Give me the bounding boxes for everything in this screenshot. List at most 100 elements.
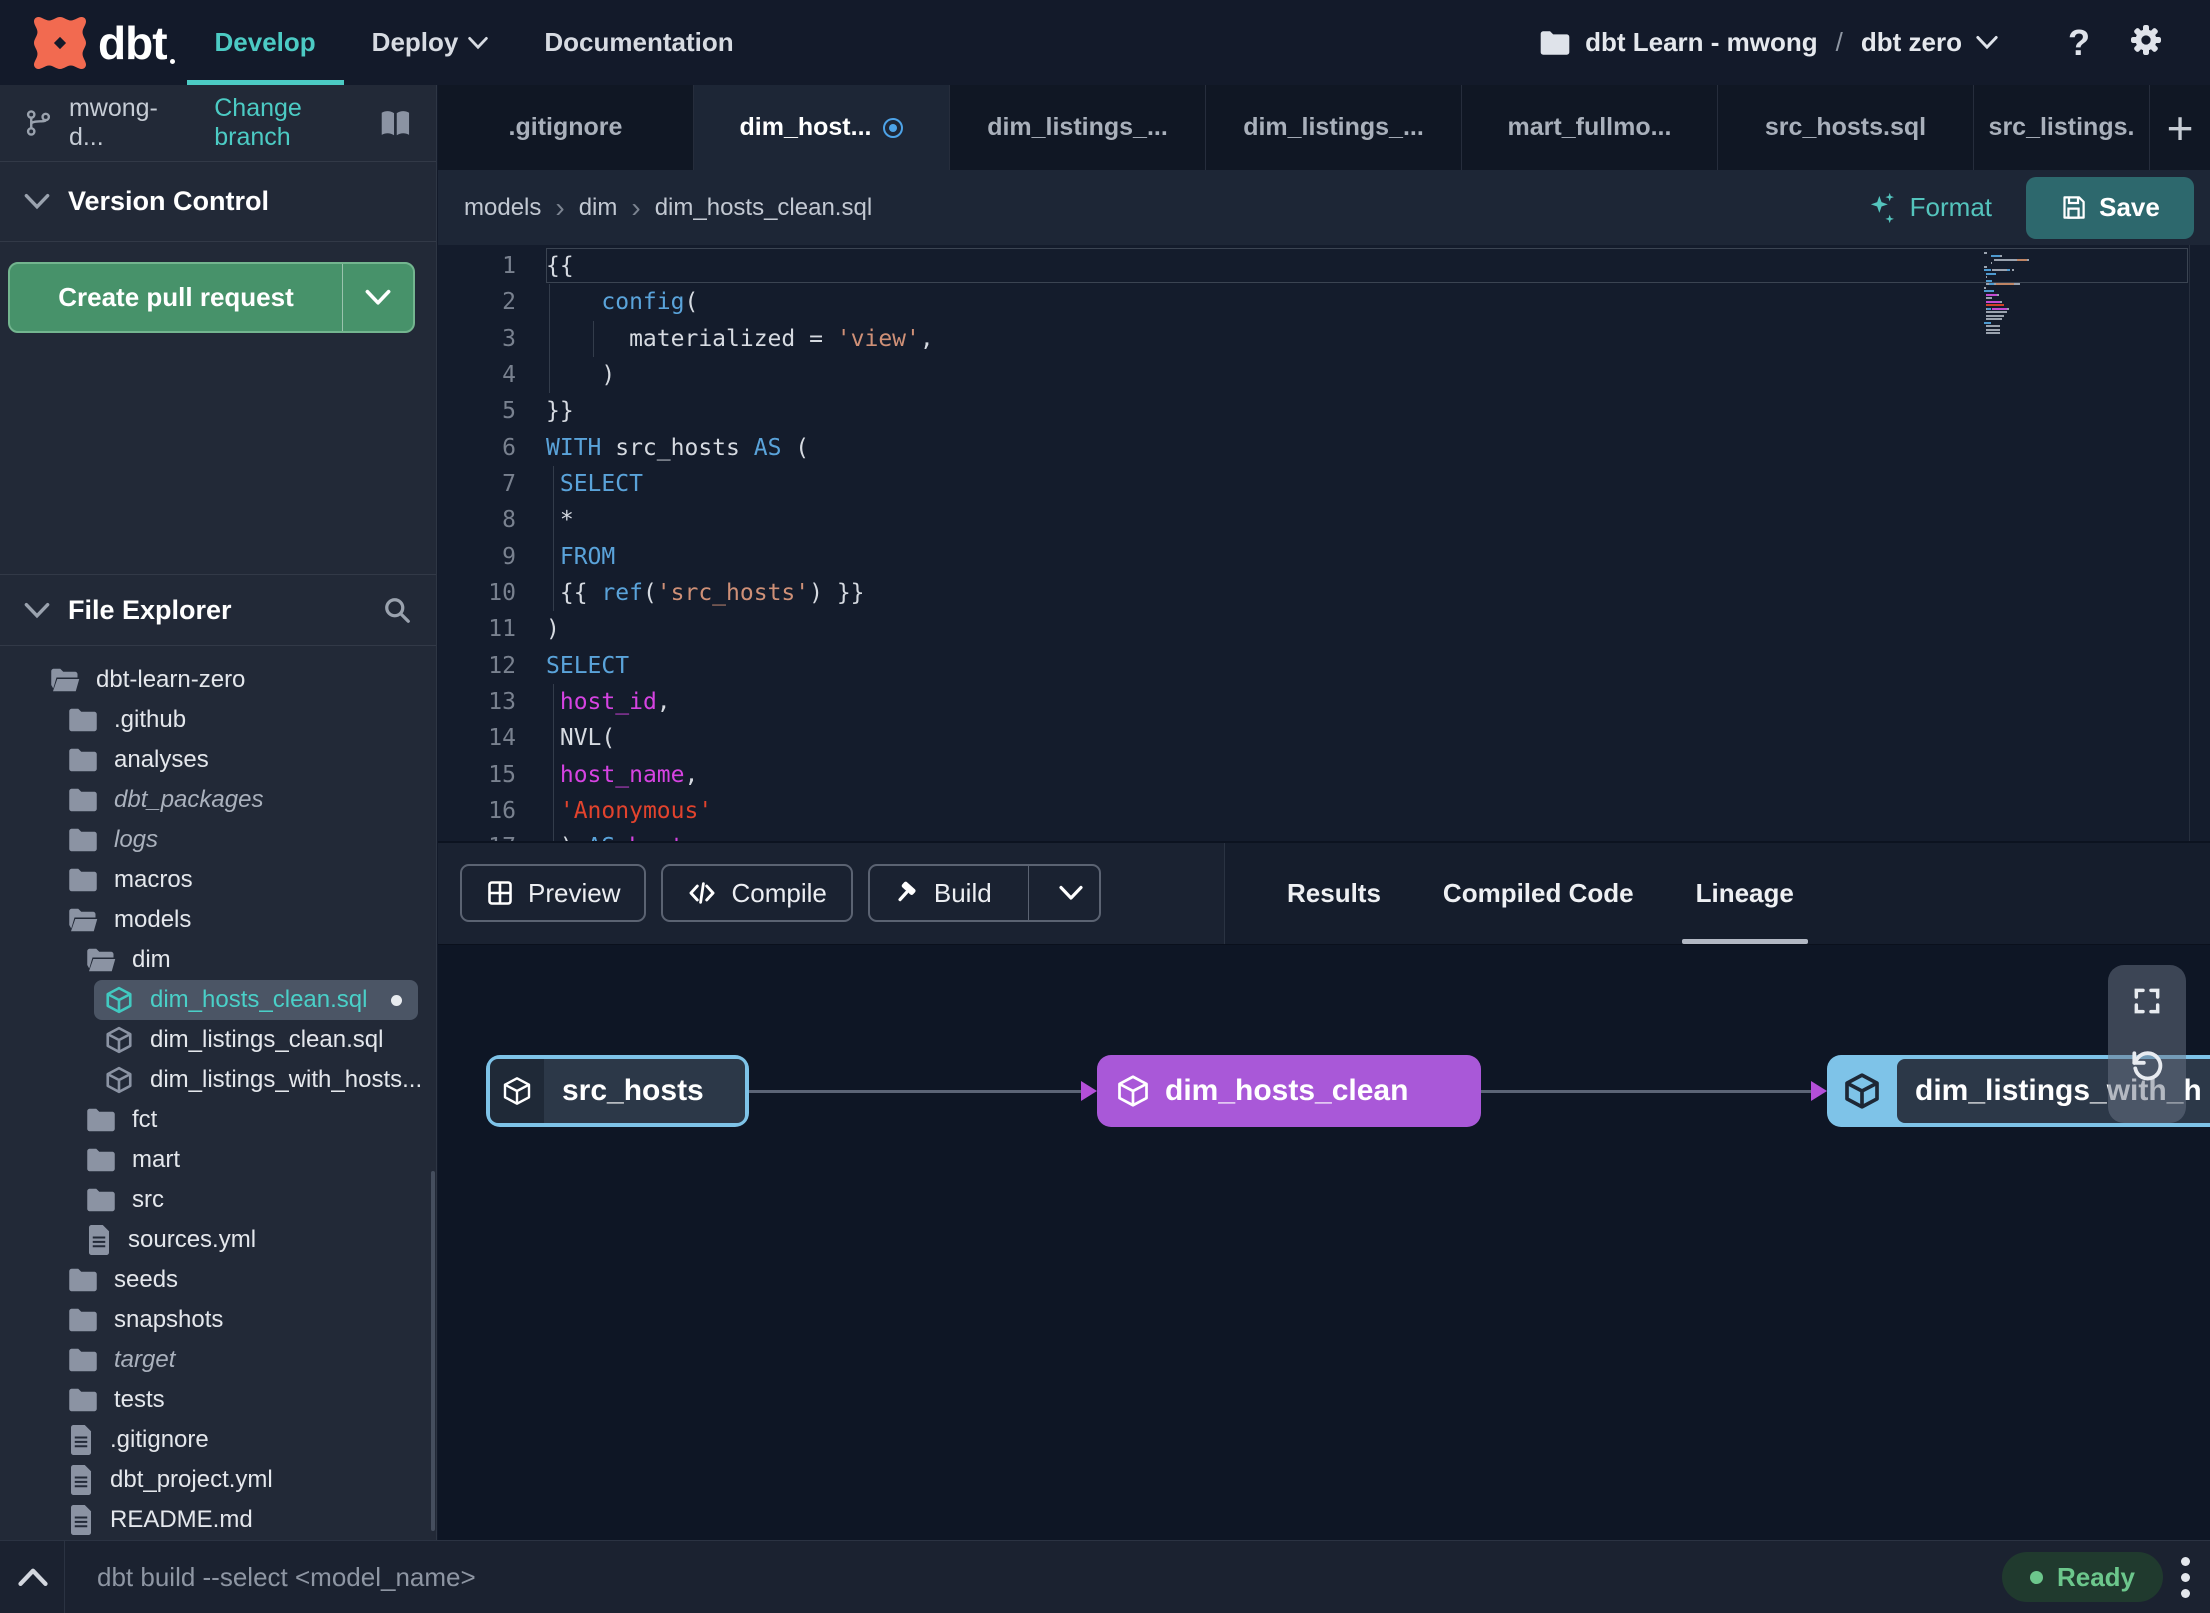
tree-item[interactable]: sources.yml	[0, 1220, 436, 1260]
code-line[interactable]: 16 'Anonymous'	[438, 793, 2210, 829]
tree-item[interactable]: mart	[0, 1140, 436, 1180]
tree-item[interactable]: README.md	[0, 1500, 436, 1540]
code-line[interactable]: 14 NVL(	[438, 720, 2210, 756]
tree-item[interactable]: macros	[0, 860, 436, 900]
file-tab[interactable]: src_listings.	[1974, 85, 2150, 170]
lineage-arrowhead	[1811, 1080, 1827, 1101]
nav-develop[interactable]: Develop	[186, 0, 344, 85]
tree-item[interactable]: dim	[0, 940, 436, 980]
tree-item[interactable]: analyses	[0, 740, 436, 780]
code-line[interactable]: 13 host_id,	[438, 684, 2210, 720]
tree-item[interactable]: models	[0, 900, 436, 940]
code-line[interactable]: 3 materialized = 'view',	[438, 321, 2210, 357]
chevron-down-icon	[24, 193, 50, 210]
code-line[interactable]: 12 SELECT	[438, 648, 2210, 684]
docs-book-icon[interactable]	[379, 108, 412, 138]
code-line[interactable]: 10 {{ ref('src_hosts') }}	[438, 575, 2210, 611]
nav-deploy[interactable]: Deploy	[372, 0, 489, 85]
file-tab[interactable]: .gitignore	[438, 85, 694, 170]
preview-button[interactable]: Preview	[460, 864, 647, 922]
build-button[interactable]: Build	[867, 864, 1101, 922]
code-line[interactable]: 1 {{	[438, 248, 2210, 284]
tree-item[interactable]: tests	[0, 1380, 436, 1420]
lineage-node-src-hosts[interactable]: src_hosts	[486, 1054, 749, 1127]
command-input[interactable]: dbt build --select <model_name>	[97, 1562, 476, 1593]
model-cube-icon	[490, 1058, 544, 1123]
sidebar-scrollbar[interactable]	[431, 1171, 435, 1531]
expand-panel-chevron-icon[interactable]	[18, 1567, 48, 1587]
code-line[interactable]: 2 config(	[438, 284, 2210, 320]
code-line[interactable]: 9 FROM	[438, 539, 2210, 575]
tree-item[interactable]: snapshots	[0, 1300, 436, 1340]
line-number: 15	[488, 761, 516, 788]
code-line[interactable]: 7 SELECT	[438, 466, 2210, 502]
file-tab[interactable]: mart_fullmo...	[1462, 85, 1718, 170]
tree-item-label: logs	[114, 826, 159, 853]
file-explorer-header[interactable]: File Explorer	[0, 574, 436, 646]
code-line[interactable]: 5}}	[438, 393, 2210, 429]
settings-gear-icon[interactable]	[2128, 22, 2164, 63]
tree-item[interactable]: dim_hosts_clean.sql	[0, 980, 436, 1020]
lineage-panel[interactable]: src_hosts dim_hosts_clean dim_listings_w…	[438, 943, 2210, 1540]
lineage-node-dim-hosts-clean[interactable]: dim_hosts_clean	[1097, 1054, 1481, 1127]
tree-item[interactable]: .gitignore	[0, 1420, 436, 1460]
tree-item-label: tests	[114, 1386, 165, 1413]
compile-button[interactable]: Compile	[661, 864, 853, 922]
tree-item[interactable]: dbt-learn-zero	[0, 660, 436, 700]
kebab-menu-icon[interactable]	[2181, 1556, 2190, 1598]
code-line[interactable]: 17 ) AS host_name,	[438, 829, 2210, 840]
file-tab-label: src_hosts.sql	[1764, 113, 1927, 141]
new-tab-button[interactable]: +	[2150, 85, 2210, 170]
nav-documentation[interactable]: Documentation	[544, 0, 733, 85]
project-switcher[interactable]: dbt Learn - mwong / dbt zero	[1539, 27, 1998, 58]
tree-item[interactable]: fct	[0, 1100, 436, 1140]
breadcrumb-models[interactable]: models	[464, 194, 541, 222]
tree-item[interactable]: logs	[0, 820, 436, 860]
file-tab[interactable]: dim_listings_...	[950, 85, 1206, 170]
build-main[interactable]: Build	[870, 866, 1014, 920]
pr-dropdown-caret[interactable]	[343, 264, 413, 331]
breadcrumb-dim[interactable]: dim	[579, 194, 618, 222]
code-icon	[690, 882, 715, 904]
code-text: SELECT	[546, 652, 630, 679]
format-button[interactable]: Format	[1868, 191, 1992, 225]
tree-item[interactable]: dim_listings_clean.sql	[0, 1020, 436, 1060]
status-text: Ready	[2056, 1561, 2135, 1592]
dbt-logo[interactable]: dbt	[32, 16, 174, 70]
create-pull-request-button[interactable]: Create pull request	[8, 262, 415, 333]
tree-item[interactable]: src	[0, 1180, 436, 1220]
code-editor[interactable]: 1{{2 config(3 materialized = 'view', 4 ) 5…	[438, 245, 2210, 841]
tab-compiled-code[interactable]: Compiled Code	[1443, 843, 1634, 944]
file-tab[interactable]: dim_host...	[694, 85, 950, 170]
tree-item-label: dbt_packages	[114, 786, 264, 813]
tree-item[interactable]: seeds	[0, 1260, 436, 1300]
file-tab[interactable]: dim_listings_...	[1206, 85, 1462, 170]
tab-lineage[interactable]: Lineage	[1681, 843, 1809, 944]
minimap[interactable]	[1984, 251, 2042, 335]
version-control-header[interactable]: Version Control	[0, 162, 436, 242]
code-line[interactable]: 8 *	[438, 502, 2210, 538]
breadcrumb-file[interactable]: dim_hosts_clean.sql	[655, 194, 872, 222]
tree-item[interactable]: .github	[0, 700, 436, 740]
tree-item[interactable]: dbt_packages	[0, 780, 436, 820]
search-icon[interactable]	[382, 595, 412, 625]
tree-item[interactable]: target	[0, 1340, 436, 1380]
file-tab[interactable]: src_hosts.sql	[1718, 85, 1974, 170]
refresh-icon[interactable]	[2128, 1047, 2166, 1085]
lineage-edge	[749, 1089, 1081, 1093]
help-icon[interactable]: ?	[2068, 22, 2090, 64]
code-text: config(	[601, 289, 699, 316]
code-line[interactable]: 6 WITH src_hosts AS (	[438, 430, 2210, 466]
save-button[interactable]: Save	[2026, 176, 2194, 239]
code-line[interactable]: 15 host_name,	[438, 757, 2210, 793]
folder-open-icon	[68, 907, 98, 933]
fullscreen-icon[interactable]	[2131, 985, 2163, 1017]
change-branch-link[interactable]: Change branch	[214, 94, 379, 152]
tab-results[interactable]: Results	[1287, 843, 1381, 944]
build-dropdown-caret[interactable]	[1043, 866, 1099, 920]
code-line[interactable]: 4 )	[438, 357, 2210, 393]
tree-item-content: snapshots	[68, 1300, 418, 1340]
code-line[interactable]: 11)	[438, 611, 2210, 647]
tree-item[interactable]: dim_listings_with_hosts...	[0, 1060, 436, 1100]
tree-item[interactable]: dbt_project.yml	[0, 1460, 436, 1500]
